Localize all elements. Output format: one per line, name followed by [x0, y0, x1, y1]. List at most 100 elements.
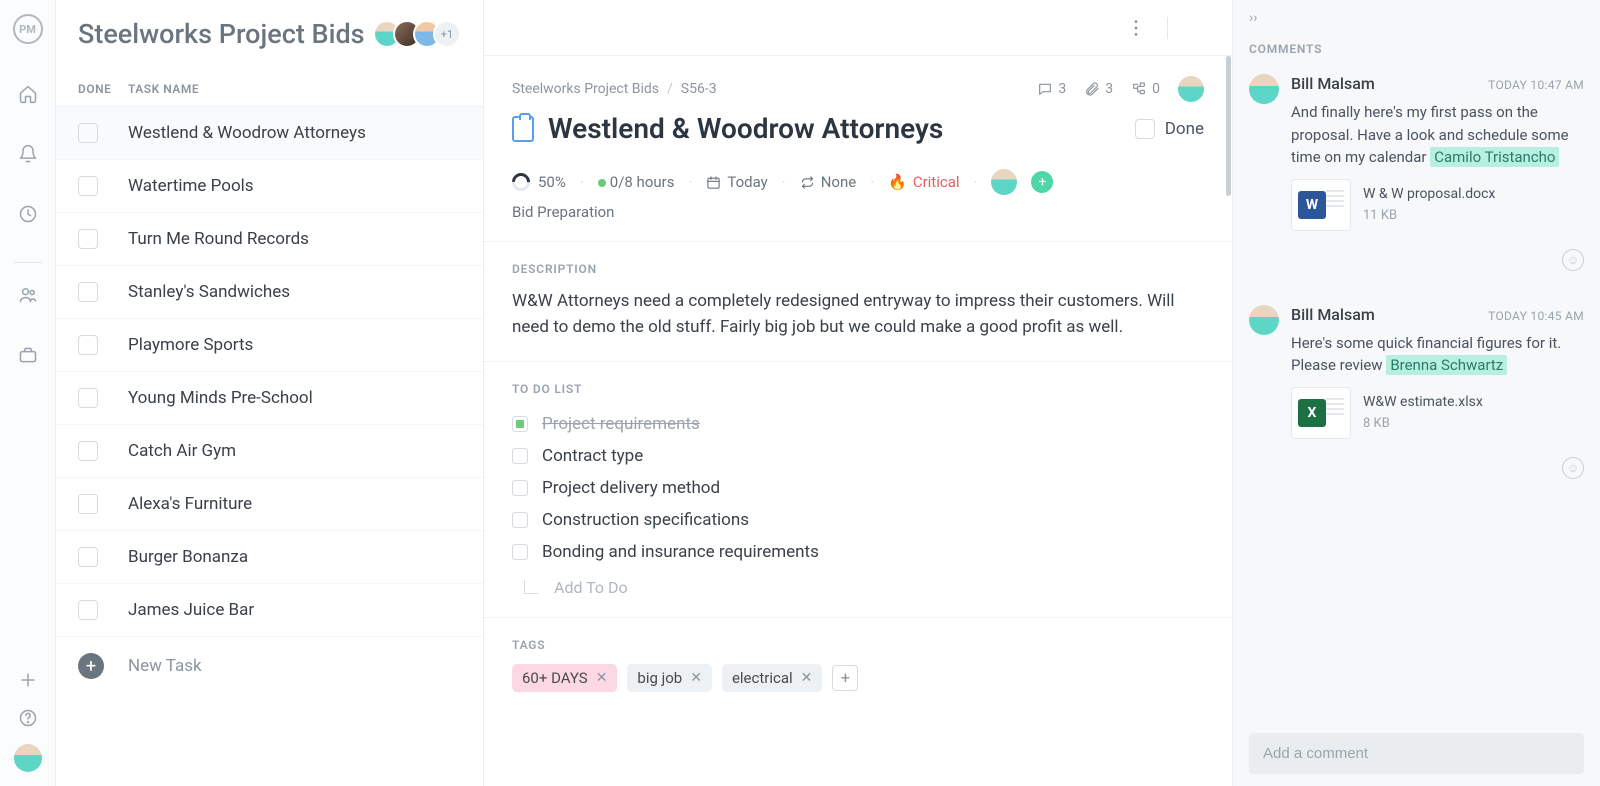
todo-label: TO DO LIST: [512, 382, 1204, 396]
task-checkbox[interactable]: [78, 123, 98, 143]
hours[interactable]: 0/8 hours: [598, 173, 675, 191]
mention[interactable]: Brenna Schwartz: [1386, 355, 1507, 375]
comment-avatar[interactable]: [1249, 74, 1279, 104]
help-icon[interactable]: [16, 706, 40, 730]
briefcase-icon[interactable]: [16, 343, 40, 367]
task-name: Playmore Sports: [128, 335, 253, 355]
phase[interactable]: Bid Preparation: [484, 203, 1232, 241]
attachment[interactable]: WW & W proposal.docx11 KB: [1291, 179, 1584, 231]
attachment-name: W&W estimate.xlsx: [1363, 394, 1483, 410]
assignee-avatar[interactable]: [1178, 76, 1204, 102]
tag-text: electrical: [732, 669, 793, 687]
task-row[interactable]: Westlend & Woodrow Attorneys: [56, 107, 483, 160]
task-name: James Juice Bar: [128, 600, 254, 620]
description-label: DESCRIPTION: [512, 262, 1204, 276]
comment-time: TODAY 10:47 AM: [1488, 78, 1584, 92]
todo-checkbox[interactable]: [512, 512, 528, 528]
todo-item[interactable]: Project requirements: [512, 408, 1204, 440]
home-icon[interactable]: [16, 82, 40, 106]
assignee-chip[interactable]: [991, 169, 1017, 195]
react-icon[interactable]: ☺: [1562, 249, 1584, 271]
nav-rail: PM: [0, 0, 56, 786]
priority[interactable]: 🔥Critical: [888, 173, 959, 191]
column-name: TASK NAME: [128, 82, 199, 96]
task-checkbox[interactable]: [78, 335, 98, 355]
task-checkbox[interactable]: [78, 176, 98, 196]
todo-item[interactable]: Project delivery method: [512, 472, 1204, 504]
mention[interactable]: Camilo Tristancho: [1430, 147, 1559, 167]
progress[interactable]: 50%: [512, 173, 566, 191]
comment-input[interactable]: [1249, 733, 1584, 774]
new-task-button[interactable]: +: [78, 653, 104, 679]
breadcrumb-project[interactable]: Steelworks Project Bids: [512, 81, 659, 97]
user-avatar[interactable]: [14, 744, 42, 772]
plus-icon[interactable]: [16, 668, 40, 692]
task-checkbox[interactable]: [78, 388, 98, 408]
done-toggle[interactable]: Done: [1135, 119, 1204, 139]
task-name: Catch Air Gym: [128, 441, 236, 461]
tag[interactable]: electrical ✕: [722, 664, 822, 692]
app-logo[interactable]: PM: [13, 14, 43, 44]
collapse-comments-icon[interactable]: ››: [1233, 0, 1600, 36]
todo-item[interactable]: Construction specifications: [512, 504, 1204, 536]
comment-avatar[interactable]: [1249, 305, 1279, 335]
add-tag-button[interactable]: +: [832, 665, 858, 691]
task-row[interactable]: Alexa's Furniture: [56, 478, 483, 531]
tags-label: TAGS: [512, 638, 1204, 652]
task-row[interactable]: Turn Me Round Records: [56, 213, 483, 266]
attachments-count[interactable]: 3: [1084, 81, 1113, 97]
subtasks-count[interactable]: 0: [1131, 81, 1160, 97]
task-name: Burger Bonanza: [128, 547, 248, 567]
task-checkbox[interactable]: [78, 282, 98, 302]
add-assignee-button[interactable]: +: [1031, 171, 1053, 193]
todo-item[interactable]: Contract type: [512, 440, 1204, 472]
tag[interactable]: 60+ DAYS ✕: [512, 664, 617, 692]
task-checkbox[interactable]: [78, 600, 98, 620]
todo-checkbox[interactable]: [512, 544, 528, 560]
task-row[interactable]: James Juice Bar: [56, 584, 483, 637]
description-text[interactable]: W&W Attorneys need a completely redesign…: [512, 288, 1204, 341]
task-row[interactable]: Catch Air Gym: [56, 425, 483, 478]
todo-checkbox[interactable]: [512, 448, 528, 464]
tag-remove-icon[interactable]: ✕: [596, 670, 608, 686]
task-row[interactable]: Young Minds Pre-School: [56, 372, 483, 425]
task-name: Young Minds Pre-School: [128, 388, 313, 408]
react-icon[interactable]: ☺: [1562, 457, 1584, 479]
column-done: DONE: [78, 82, 128, 96]
date[interactable]: Today: [706, 173, 767, 191]
attachment[interactable]: XW&W estimate.xlsx8 KB: [1291, 387, 1584, 439]
close-icon[interactable]: [1188, 17, 1210, 39]
todo-checkbox[interactable]: [512, 416, 528, 432]
new-task-label: New Task: [128, 656, 202, 676]
task-checkbox[interactable]: [78, 441, 98, 461]
task-row[interactable]: Stanley's Sandwiches: [56, 266, 483, 319]
task-row[interactable]: Playmore Sports: [56, 319, 483, 372]
people-icon[interactable]: [16, 283, 40, 307]
add-todo-button[interactable]: Add To Do: [512, 568, 1204, 597]
tag-remove-icon[interactable]: ✕: [801, 670, 813, 686]
task-title[interactable]: Westlend & Woodrow Attorneys: [548, 112, 1135, 145]
project-title: Steelworks Project Bids: [78, 18, 381, 50]
member-avatars[interactable]: +1: [381, 20, 461, 48]
recurrence[interactable]: None: [800, 173, 857, 191]
task-detail-panel: Steelworks Project Bids / S56-3 3 3 0: [484, 0, 1232, 786]
breadcrumb: Steelworks Project Bids / S56-3 3 3 0: [484, 56, 1232, 112]
task-row[interactable]: Burger Bonanza: [56, 531, 483, 584]
tag[interactable]: big job✕: [627, 664, 712, 692]
task-name: Turn Me Round Records: [128, 229, 309, 249]
clock-icon[interactable]: [16, 202, 40, 226]
tag-text: 60+ DAYS: [522, 669, 588, 687]
task-checkbox[interactable]: [78, 547, 98, 567]
breadcrumb-code[interactable]: S56-3: [681, 81, 717, 97]
more-icon[interactable]: [1125, 17, 1147, 39]
todo-text: Construction specifications: [542, 510, 749, 530]
todo-checkbox[interactable]: [512, 480, 528, 496]
task-checkbox[interactable]: [78, 229, 98, 249]
tag-remove-icon[interactable]: ✕: [690, 670, 702, 686]
task-row[interactable]: Watertime Pools: [56, 160, 483, 213]
todo-item[interactable]: Bonding and insurance requirements: [512, 536, 1204, 568]
task-checkbox[interactable]: [78, 494, 98, 514]
comments-count[interactable]: 3: [1037, 81, 1066, 97]
scrollbar-thumb[interactable]: [1226, 56, 1231, 196]
bell-icon[interactable]: [16, 142, 40, 166]
